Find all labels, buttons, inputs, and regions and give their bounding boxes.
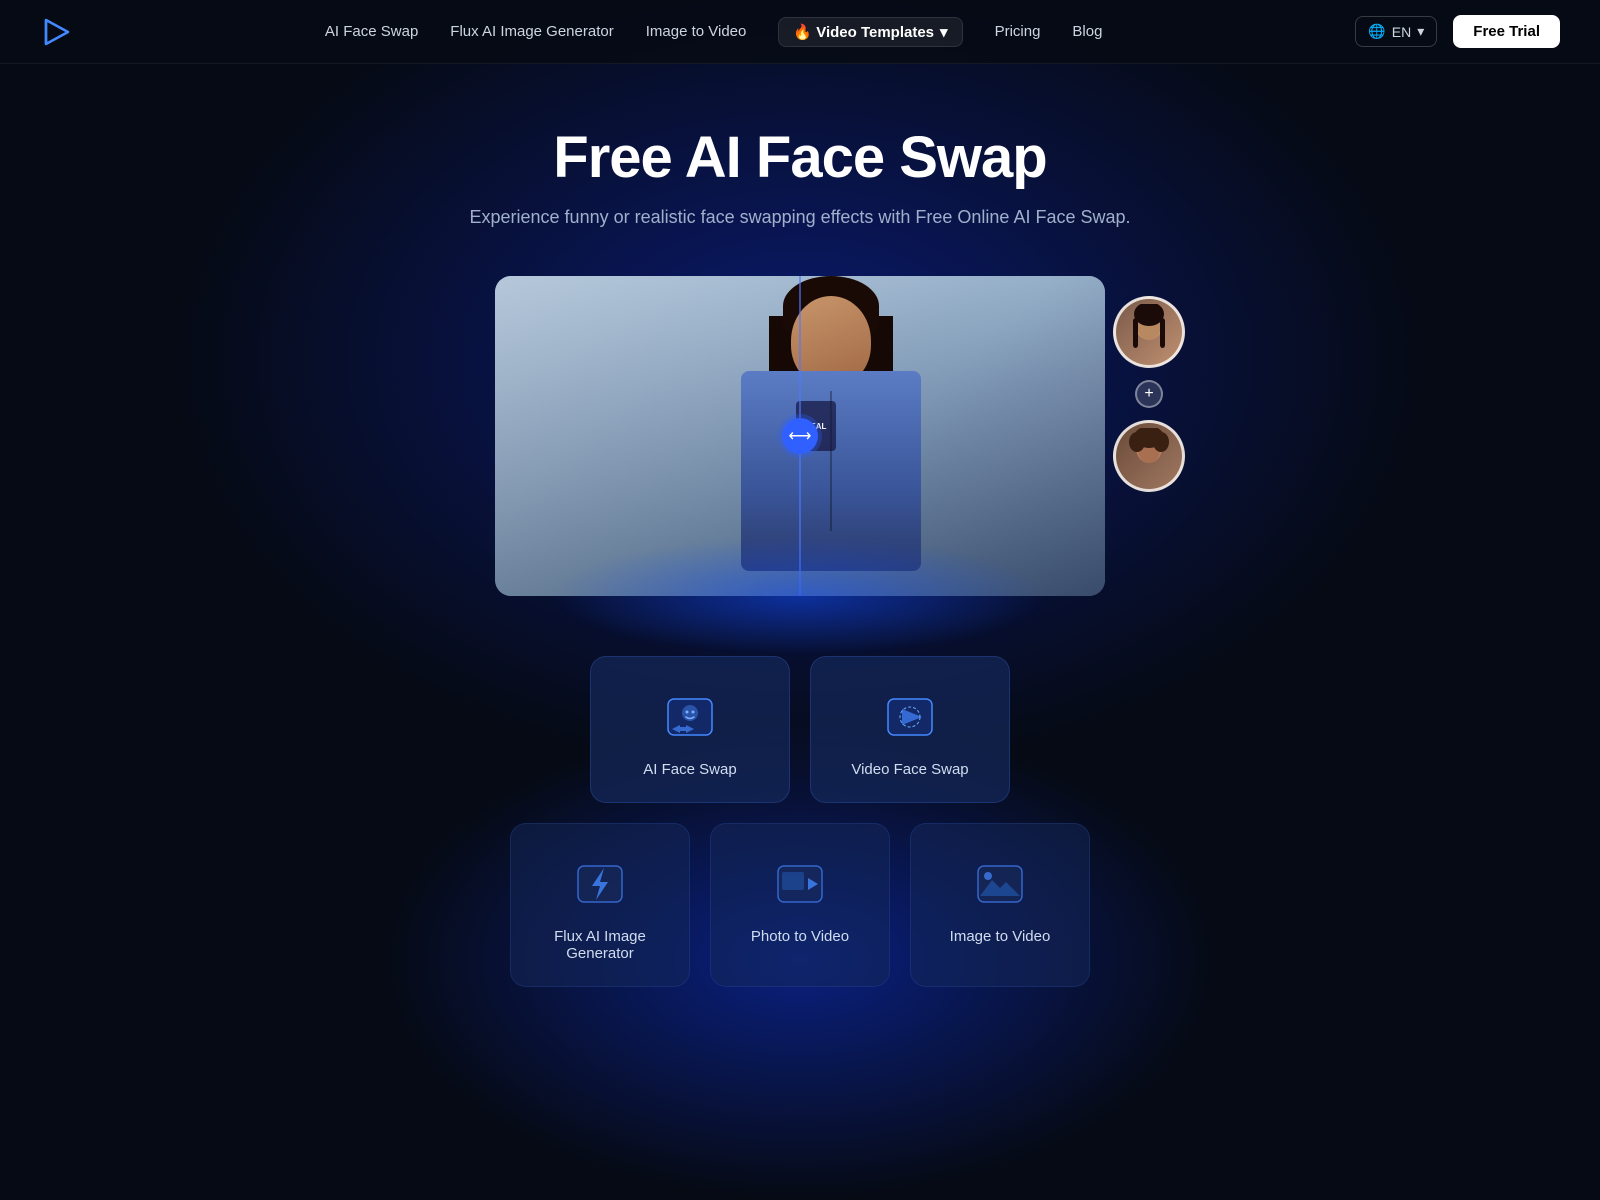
nav-links: AI Face Swap Flux AI Image Generator Ima… — [325, 17, 1103, 47]
face-swap-icon — [662, 689, 718, 745]
card-ai-face-swap-label: AI Face Swap — [643, 761, 736, 778]
main-content: Free AI Face Swap Experience funny or re… — [0, 64, 1600, 1007]
card-image-to-video-label: Image to Video — [950, 928, 1051, 945]
card-photo-to-video-label: Photo to Video — [751, 928, 849, 945]
nav-blog[interactable]: Blog — [1072, 23, 1102, 40]
card-ai-face-swap[interactable]: AI Face Swap — [590, 656, 790, 803]
face-circles: + — [1113, 296, 1185, 492]
card-flux-ai-label: Flux AI Image Generator — [535, 928, 665, 962]
navbar: AI Face Swap Flux AI Image Generator Ima… — [0, 0, 1600, 64]
hero-image-wrapper: HEAL ⟷ + — [495, 276, 1105, 596]
add-face-button[interactable]: + — [1135, 380, 1163, 408]
face-circle-1[interactable] — [1113, 296, 1185, 368]
chevron-down-icon: ▾ — [1417, 23, 1424, 40]
free-trial-button[interactable]: Free Trial — [1453, 15, 1560, 48]
nav-video-templates[interactable]: 🔥 Video Templates ▾ — [778, 17, 962, 47]
hero-title: Free AI Face Swap — [553, 124, 1046, 191]
chevron-down-icon: ▾ — [940, 23, 948, 41]
nav-image-to-video[interactable]: Image to Video — [646, 23, 747, 40]
video-face-swap-icon — [882, 689, 938, 745]
swap-arrow: ⟷ — [782, 418, 818, 454]
nav-pricing[interactable]: Pricing — [995, 23, 1041, 40]
cards-main-row: AI Face Swap Video Face Swap — [590, 656, 1010, 803]
logo[interactable] — [40, 16, 72, 48]
card-flux-ai[interactable]: Flux AI Image Generator — [510, 823, 690, 987]
person-figure: HEAL — [701, 276, 961, 596]
image-video-icon — [972, 856, 1028, 912]
card-video-face-swap[interactable]: Video Face Swap — [810, 656, 1010, 803]
nav-video-templates-label: 🔥 Video Templates — [793, 23, 934, 41]
face-circle-2[interactable] — [1113, 420, 1185, 492]
cards-bottom-row: Flux AI Image Generator Photo to Video — [350, 823, 1250, 1007]
hero-subtitle: Experience funny or realistic face swapp… — [470, 207, 1131, 228]
hero-image: HEAL ⟷ — [495, 276, 1105, 596]
photo-video-icon — [772, 856, 828, 912]
card-video-face-swap-label: Video Face Swap — [851, 761, 968, 778]
card-photo-to-video[interactable]: Photo to Video — [710, 823, 890, 987]
language-selector[interactable]: 🌐 EN ▾ — [1355, 16, 1437, 47]
cards-section: AI Face Swap Video Face Swap — [350, 656, 1250, 1007]
globe-icon: 🌐 — [1368, 23, 1385, 40]
flux-icon — [572, 856, 628, 912]
nav-ai-face-swap[interactable]: AI Face Swap — [325, 23, 418, 40]
lang-label: EN — [1392, 24, 1411, 40]
card-image-to-video[interactable]: Image to Video — [910, 823, 1090, 987]
nav-right: 🌐 EN ▾ Free Trial — [1355, 15, 1560, 48]
nav-flux-ai-image-generator[interactable]: Flux AI Image Generator — [450, 23, 613, 40]
